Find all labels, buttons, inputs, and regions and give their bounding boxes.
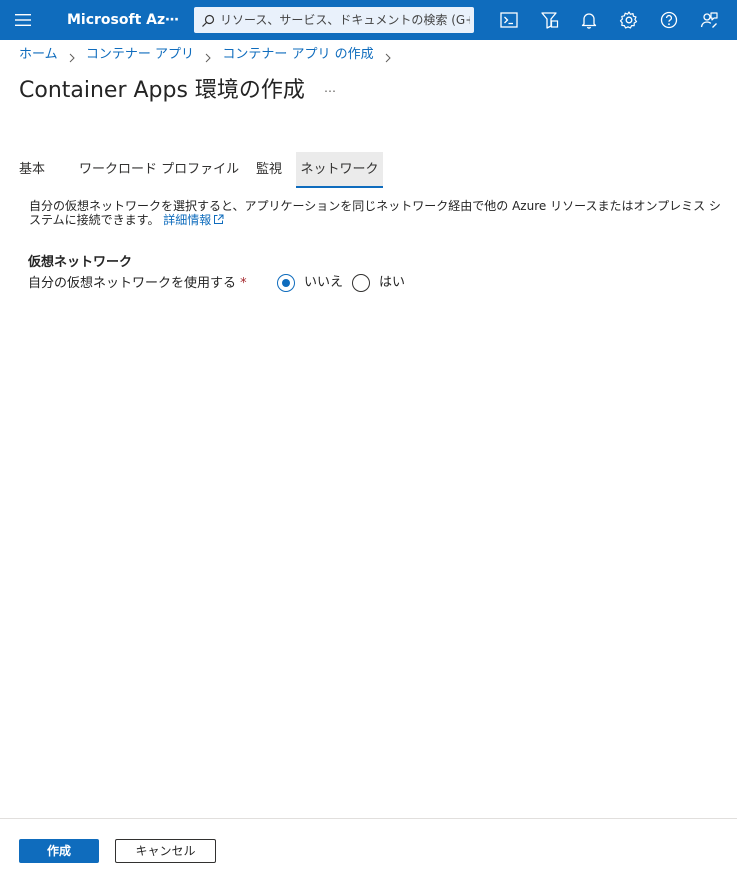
portal-brand[interactable]: Microsoft Az⋯: [67, 11, 179, 29]
chevron-right-icon: [198, 48, 218, 64]
cloud-shell-icon[interactable]: [497, 8, 521, 32]
directory-filter-icon[interactable]: [537, 8, 561, 32]
settings-gear-icon[interactable]: [617, 8, 641, 32]
cancel-button[interactable]: キャンセル: [115, 839, 216, 863]
feedback-icon[interactable]: [697, 8, 721, 32]
learn-more-link[interactable]: 詳細情報: [163, 213, 224, 227]
global-search[interactable]: [194, 7, 474, 33]
radio-option-no[interactable]: いいえ: [277, 274, 343, 294]
radio-label-yes[interactable]: はい: [379, 275, 405, 291]
chevron-right-icon: [378, 48, 398, 64]
radio-selected-dot: [282, 279, 290, 287]
breadcrumb: ホーム コンテナー アプリ コンテナー アプリ の作成: [19, 46, 398, 66]
external-link-icon: [213, 214, 224, 225]
use-own-vnet-label: 自分の仮想ネットワークを使用する *: [28, 276, 247, 292]
breadcrumb-create-container-app[interactable]: コンテナー アプリ の作成: [222, 46, 373, 64]
tab-workload-profiles[interactable]: ワークロード プロファイル: [72, 152, 242, 188]
page-title: Container Apps 環境の作成: [19, 78, 305, 103]
radio-label-no[interactable]: いいえ: [304, 275, 343, 291]
tab-monitoring[interactable]: 監視: [251, 152, 287, 188]
create-button[interactable]: 作成: [19, 839, 99, 863]
breadcrumb-container-apps[interactable]: コンテナー アプリ: [86, 46, 194, 64]
search-icon: [201, 13, 215, 27]
virtual-network-section-title: 仮想ネットワーク: [28, 255, 133, 270]
use-own-vnet-label-text: 自分の仮想ネットワークを使用する: [28, 276, 237, 291]
tab-basics[interactable]: 基本: [19, 152, 63, 188]
required-indicator: *: [240, 276, 247, 291]
breadcrumb-home[interactable]: ホーム: [19, 46, 58, 64]
notifications-bell-icon[interactable]: [577, 8, 601, 32]
search-input[interactable]: [220, 7, 470, 33]
description-text: 自分の仮想ネットワークを選択すると、アプリケーションを同じネットワーク経由で他の…: [29, 199, 721, 227]
networking-description: 自分の仮想ネットワークを選択すると、アプリケーションを同じネットワーク経由で他の…: [29, 199, 729, 227]
top-bar: Microsoft Az⋯: [0, 0, 737, 40]
tab-list: 基本 ワークロード プロファイル 監視 ネットワーク: [19, 152, 719, 188]
hamburger-menu-icon[interactable]: [14, 11, 32, 29]
help-question-icon[interactable]: [657, 8, 681, 32]
learn-more-label[interactable]: 詳細情報: [163, 213, 211, 227]
footer-divider: [0, 818, 737, 819]
chevron-right-icon: [62, 48, 82, 64]
radio-button-yes[interactable]: [352, 274, 370, 292]
tab-networking[interactable]: ネットワーク: [296, 152, 383, 188]
radio-button-no[interactable]: [277, 274, 295, 292]
more-actions-button[interactable]: ⋯: [324, 84, 337, 98]
radio-option-yes[interactable]: はい: [352, 274, 408, 294]
